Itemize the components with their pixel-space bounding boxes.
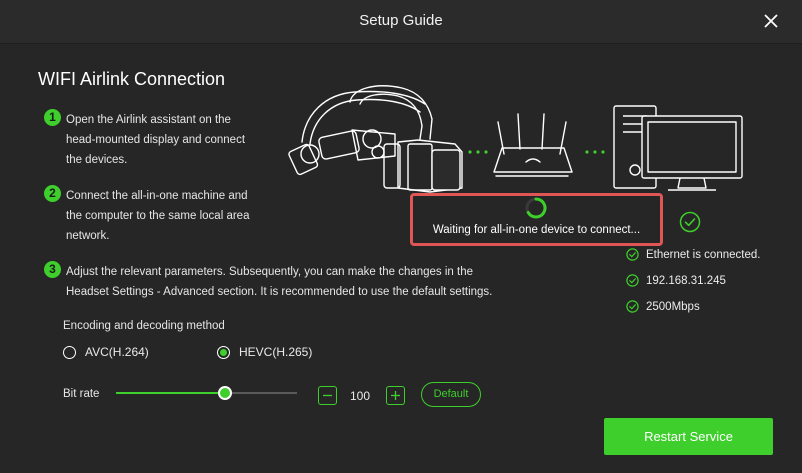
- step-number: 1: [44, 109, 61, 126]
- step-line: network.: [66, 230, 110, 242]
- dots-connector-right: [585, 150, 605, 154]
- radio-hevc[interactable]: HEVC(H.265): [217, 345, 312, 359]
- radio-avc[interactable]: AVC(H.264): [63, 345, 149, 359]
- check-circle-icon: [626, 300, 639, 313]
- status-text: 192.168.31.245: [646, 274, 726, 287]
- status-text: 2500Mbps: [646, 300, 700, 313]
- step-1: 1 Open the Airlink assistant on the head…: [44, 109, 284, 173]
- minus-icon: [323, 394, 332, 397]
- radio-label: HEVC(H.265): [239, 345, 313, 359]
- check-circle-icon: [626, 274, 639, 287]
- bitrate-slider[interactable]: [116, 384, 297, 402]
- step-2: 2 Connect the all-in-one machine and the…: [44, 185, 284, 249]
- close-icon: [764, 14, 778, 28]
- dots-connector-left: [468, 150, 488, 154]
- radio-label: AVC(H.264): [85, 345, 149, 359]
- status-text: Ethernet is connected.: [646, 248, 761, 261]
- waiting-text: Waiting for all-in-one device to connect…: [432, 224, 641, 236]
- encoding-label: Encoding and decoding method: [63, 320, 225, 332]
- step-line: Adjust the relevant parameters. Subseque…: [66, 266, 474, 278]
- vr-headset-icon: [288, 85, 463, 193]
- desktop-computer-icon: [613, 105, 743, 191]
- bitrate-value[interactable]: 100: [344, 389, 376, 403]
- dialog-title: Setup Guide: [359, 12, 443, 29]
- connection-illustration: [288, 85, 743, 193]
- status-ethernet: Ethernet is connected.: [626, 248, 760, 261]
- decrease-button[interactable]: [318, 386, 337, 405]
- step-3: 3 Adjust the relevant parameters. Subseq…: [44, 261, 544, 305]
- loading-spinner-icon: [525, 197, 547, 219]
- step-line: Open the Airlink assistant on the: [66, 114, 231, 126]
- restart-service-button[interactable]: Restart Service: [604, 418, 773, 455]
- radio-circle: [63, 345, 76, 359]
- status-speed: 2500Mbps: [626, 300, 700, 313]
- step-line: Connect the all-in-one machine and: [66, 190, 248, 202]
- increase-button[interactable]: [386, 386, 405, 405]
- title-bar: Setup Guide: [0, 0, 802, 44]
- check-circle-icon: [626, 248, 639, 261]
- slider-thumb[interactable]: [217, 386, 232, 400]
- slider-fill: [116, 392, 225, 394]
- status-ip: 192.168.31.245: [626, 274, 726, 287]
- close-button[interactable]: [762, 12, 780, 30]
- check-circle-icon: [679, 211, 701, 233]
- step-line: the devices.: [66, 154, 128, 166]
- bitrate-label: Bit rate: [63, 388, 100, 400]
- section-heading: WIFI Airlink Connection: [38, 69, 226, 89]
- plus-icon: [391, 391, 400, 400]
- step-number: 2: [44, 185, 61, 202]
- step-line: the computer to the same local area: [66, 210, 250, 222]
- default-button[interactable]: Default: [421, 382, 481, 407]
- step-line: head-mounted display and connect: [66, 134, 246, 146]
- waiting-status-box: Waiting for all-in-one device to connect…: [410, 193, 663, 246]
- radio-circle-selected: [217, 345, 230, 359]
- router-icon: [493, 113, 573, 177]
- step-text: Connect the all-in-one machine and the c…: [66, 186, 249, 246]
- step-number: 3: [44, 261, 61, 278]
- step-line: Headset Settings - Advanced section. It …: [66, 286, 493, 298]
- setup-guide-dialog: Setup Guide WIFI Airlink Connection 1 Op…: [0, 0, 802, 473]
- step-text: Adjust the relevant parameters. Subseque…: [66, 262, 492, 302]
- step-text: Open the Airlink assistant on the head-m…: [66, 110, 245, 170]
